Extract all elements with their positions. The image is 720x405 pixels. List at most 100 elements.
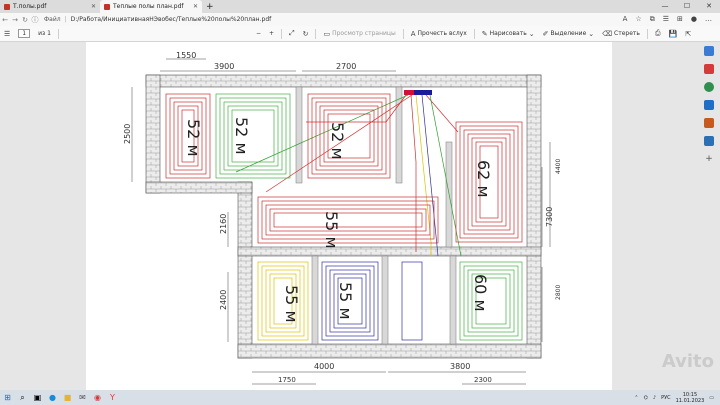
- tab-label: Т.полы.pdf: [13, 3, 47, 10]
- dim-2500: 2500: [123, 124, 132, 144]
- notifications-icon[interactable]: ▭: [709, 395, 714, 401]
- read-aloud-button[interactable]: A Прочесть вслух: [407, 30, 471, 38]
- info-icon[interactable]: ⓘ: [30, 15, 40, 25]
- loop-label-3: 52 м: [328, 122, 347, 160]
- browser-tab-bar: Т.полы.pdf ✕ Теплые полы план.pdf ✕ + — …: [0, 0, 720, 13]
- clock-date: 11.01.2023: [675, 397, 705, 404]
- dim-1550: 1550: [176, 51, 196, 60]
- search-icon[interactable]: ⌕: [15, 390, 30, 405]
- dim-4000: 4000: [314, 362, 334, 371]
- rotate-icon[interactable]: ↻: [299, 30, 313, 38]
- contents-icon[interactable]: ☰: [0, 30, 14, 38]
- fit-page-icon[interactable]: ⤢: [285, 29, 299, 38]
- office-icon[interactable]: [704, 118, 714, 128]
- loop-label-2: 52 м: [232, 117, 251, 155]
- dim-2160: 2160: [219, 214, 228, 234]
- minimize-icon[interactable]: —: [654, 0, 676, 13]
- pin-icon[interactable]: ⇱: [681, 30, 695, 38]
- dim-3800: 3800: [450, 362, 470, 371]
- tab-tpoly[interactable]: Т.полы.pdf ✕: [0, 0, 100, 13]
- task-view-icon[interactable]: ▣: [30, 390, 45, 405]
- loop-label-6: 55 м: [282, 285, 301, 323]
- language-indicator[interactable]: РУС: [661, 395, 671, 401]
- edge-icon[interactable]: ●: [45, 390, 60, 405]
- page-view-button[interactable]: ▭ Просмотр страницы: [319, 30, 399, 38]
- forward-icon[interactable]: →: [10, 16, 20, 24]
- manifold-supply: [404, 90, 414, 95]
- zoom-in-button[interactable]: +: [265, 30, 278, 37]
- pdf-viewer: 52 м 52 м 52 м 62 м 55 м 55 м 55 м 60 м …: [0, 42, 720, 390]
- network-icon[interactable]: ⌬: [643, 395, 647, 401]
- highlight-button[interactable]: ✐ Выделение ⌄: [539, 30, 598, 38]
- maximize-icon[interactable]: ☐: [676, 0, 698, 13]
- dim-1750: 1750: [278, 376, 296, 384]
- read-mode-icon[interactable]: A: [623, 15, 628, 24]
- draw-label: Нарисовать: [489, 30, 527, 37]
- pdf-icon: [104, 3, 110, 10]
- dimension-labels: 1550 3900 2700 2500 2160 2400 4400 7300 …: [123, 51, 562, 384]
- draw-button[interactable]: ✎ Нарисовать ⌄: [478, 30, 539, 38]
- outlook-icon[interactable]: [704, 100, 714, 110]
- explorer-icon[interactable]: ■: [60, 390, 75, 405]
- loop-label-1: 52 м: [184, 119, 203, 157]
- windows-icon[interactable]: ⊞: [0, 390, 15, 405]
- divider: [281, 28, 282, 39]
- chevron-down-icon: ⌄: [588, 29, 595, 38]
- system-tray: ⌃ ⌬ ♪ РУС 10:15 11.01.2023 ▭: [634, 392, 720, 404]
- read-aloud-label: Прочесть вслух: [417, 30, 467, 37]
- more-icon[interactable]: …: [705, 15, 712, 24]
- chevron-down-icon: ⌄: [528, 29, 535, 38]
- close-icon[interactable]: ✕: [91, 3, 96, 10]
- mail-icon[interactable]: ✉: [75, 390, 90, 405]
- close-icon[interactable]: ✕: [193, 3, 198, 10]
- games-icon[interactable]: [704, 82, 714, 92]
- reload-icon[interactable]: ↻: [20, 16, 30, 24]
- new-tab-button[interactable]: +: [202, 0, 218, 13]
- loop-label-4: 62 м: [474, 160, 493, 198]
- page-number-input[interactable]: 1: [18, 29, 31, 38]
- back-icon[interactable]: ←: [0, 16, 10, 24]
- clock[interactable]: 10:15 11.01.2023: [676, 392, 705, 404]
- add-icon[interactable]: +: [704, 154, 714, 164]
- taskbar: ⊞ ⌕ ▣ ● ■ ✉ ◉ Y ⌃ ⌬ ♪ РУС 10:15 11.01.20…: [0, 390, 720, 405]
- dim-2800: 2800: [555, 285, 562, 300]
- watermark: Avito: [661, 351, 714, 372]
- favorite-icon[interactable]: ☆: [635, 15, 641, 24]
- chevron-up-icon[interactable]: ⌃: [634, 395, 638, 401]
- zoom-out-button[interactable]: −: [252, 30, 265, 37]
- erase-button[interactable]: ⌫ Стереть: [598, 30, 644, 38]
- dim-7300: 7300: [545, 207, 554, 227]
- collections-icon[interactable]: ⊞: [677, 15, 683, 24]
- telegram-icon[interactable]: [704, 136, 714, 146]
- loop-8: [459, 261, 523, 341]
- chrome-icon[interactable]: ◉: [90, 390, 105, 405]
- volume-icon[interactable]: ♪: [653, 395, 656, 401]
- address-path[interactable]: D:/Работа/ИнициативнаяНЭвобес/Теплые%20п…: [71, 16, 272, 23]
- pdf-icon: [4, 3, 10, 10]
- print-icon[interactable]: ⎙: [651, 29, 665, 38]
- supply-lines: [235, 94, 462, 257]
- page-view-label: Просмотр страницы: [332, 30, 396, 37]
- divider: [473, 28, 475, 39]
- dim-4400: 4400: [555, 159, 562, 174]
- highlight-label: Выделение: [550, 30, 587, 37]
- divider: [57, 28, 59, 39]
- favorites-list-icon[interactable]: ☰: [663, 15, 669, 24]
- extensions-icon[interactable]: ⧉: [650, 15, 655, 24]
- close-window-icon[interactable]: ✕: [698, 0, 720, 13]
- pages-icon: ▭: [323, 29, 331, 38]
- tools-icon[interactable]: [704, 64, 714, 74]
- browser-tools: A ☆ ⧉ ☰ ⊞ ● …: [623, 15, 720, 24]
- tab-label: Теплые полы план.pdf: [113, 3, 184, 10]
- file-label: Файл: [44, 16, 61, 23]
- side-panel: +: [704, 46, 714, 164]
- search-icon[interactable]: [704, 46, 714, 56]
- yandex-icon[interactable]: Y: [105, 390, 120, 405]
- save-icon[interactable]: 💾: [665, 30, 682, 38]
- tab-teplye-poly-plan[interactable]: Теплые полы план.pdf ✕: [100, 0, 202, 13]
- pdf-page: 52 м 52 м 52 м 62 м 55 м 55 м 55 м 60 м …: [86, 42, 612, 390]
- pen-icon: ✎: [481, 29, 488, 38]
- profile-icon[interactable]: ●: [691, 15, 697, 24]
- dim-2700: 2700: [336, 62, 356, 71]
- erase-label: Стереть: [614, 30, 640, 37]
